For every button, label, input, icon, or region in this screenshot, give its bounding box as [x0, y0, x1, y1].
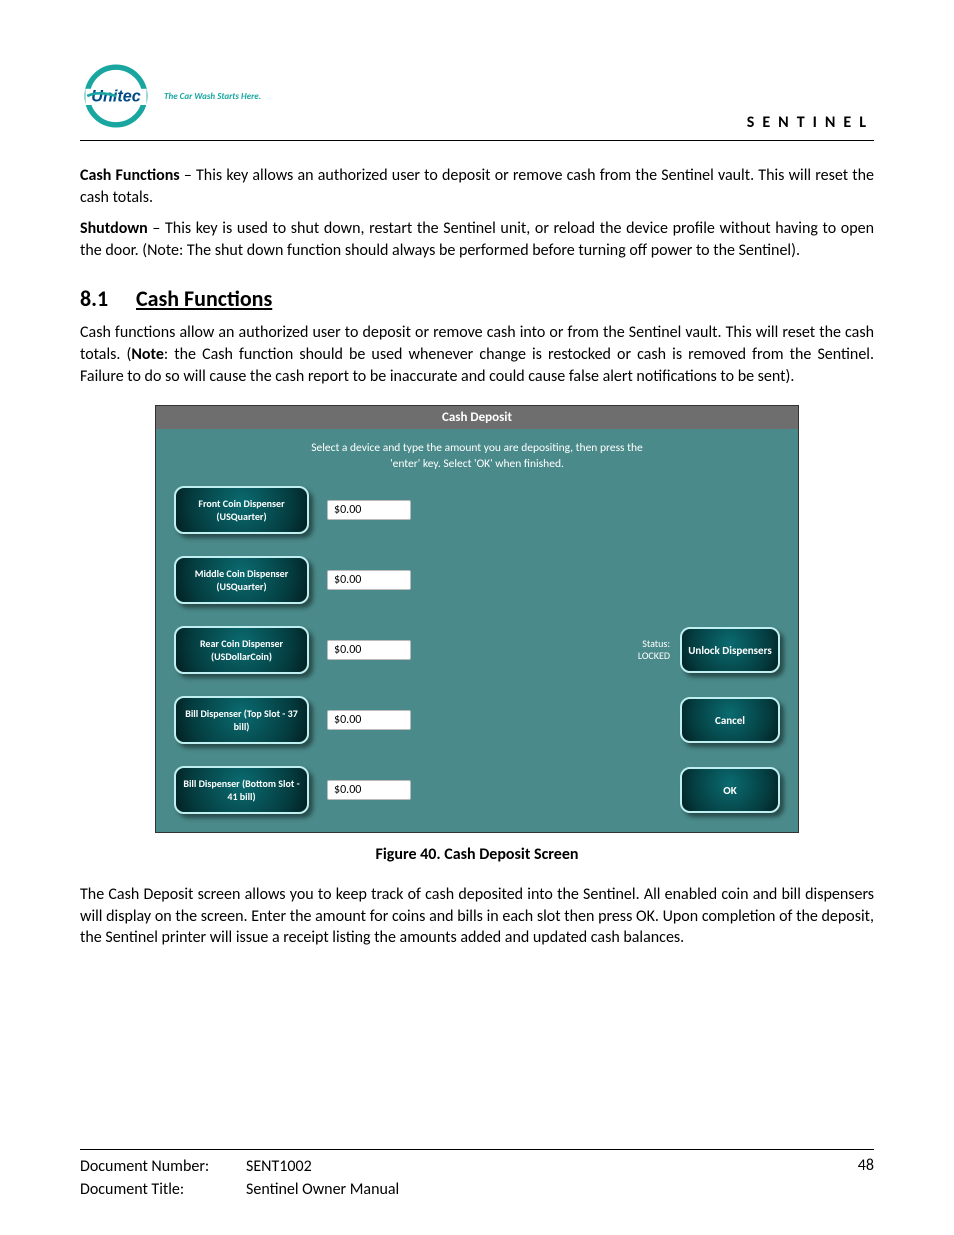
- doc-number-value: SENT1002: [246, 1156, 312, 1178]
- dispenser-row: Bill Dispenser (Bottom Slot - 41 bill) $…: [174, 766, 780, 814]
- section-heading: 8.1Cash Functions: [80, 285, 874, 312]
- front-coin-dispenser-button[interactable]: Front Coin Dispenser (USQuarter): [174, 486, 309, 534]
- brand-tagline: The Car Wash Starts Here.: [164, 91, 261, 102]
- note-bold: Note: [131, 345, 164, 364]
- paragraph-cash-deposit-explain: The Cash Deposit screen allows you to ke…: [80, 884, 874, 949]
- brand-logo: Unitec The Car Wash Starts Here.: [80, 60, 261, 132]
- doc-number-label: Document Number:: [80, 1156, 240, 1178]
- cancel-button[interactable]: Cancel: [680, 697, 780, 743]
- bill-dispenser-bottom-button[interactable]: Bill Dispenser (Bottom Slot - 41 bill): [174, 766, 309, 814]
- paragraph-cash-functions-detail: Cash functions allow an authorized user …: [80, 322, 874, 387]
- page-number: 48: [858, 1156, 874, 1201]
- dispenser-row: Bill Dispenser (Top Slot - 37 bill) $0.0…: [174, 696, 780, 744]
- term-cash-functions: Cash Functions: [80, 166, 180, 185]
- middle-coin-amount-input[interactable]: $0.00: [327, 570, 411, 590]
- product-name: SENTINEL: [747, 113, 874, 132]
- doc-title-label: Document Title:: [80, 1179, 240, 1201]
- paragraph-shutdown: Shutdown – This key is used to shut down…: [80, 218, 874, 261]
- bill-dispenser-top-amount-input[interactable]: $0.00: [327, 710, 411, 730]
- bill-dispenser-bottom-amount-input[interactable]: $0.00: [327, 780, 411, 800]
- svg-text:Unitec: Unitec: [91, 87, 140, 105]
- term-shutdown: Shutdown: [80, 219, 148, 238]
- dispenser-status: Status: LOCKED: [638, 638, 670, 662]
- dispenser-row: Middle Coin Dispenser (USQuarter) $0.00: [174, 556, 780, 604]
- front-coin-amount-input[interactable]: $0.00: [327, 500, 411, 520]
- page-header: Unitec The Car Wash Starts Here. SENTINE…: [80, 60, 874, 141]
- cash-deposit-title-bar: Cash Deposit: [156, 406, 798, 429]
- unlock-dispensers-button[interactable]: Unlock Dispensers: [680, 627, 780, 673]
- dispenser-row: Rear Coin Dispenser (USDollarCoin) $0.00…: [174, 626, 780, 674]
- unitec-logo-icon: Unitec: [80, 60, 152, 132]
- section-title: Cash Functions: [136, 285, 272, 312]
- rear-coin-dispenser-button[interactable]: Rear Coin Dispenser (USDollarCoin): [174, 626, 309, 674]
- bill-dispenser-top-button[interactable]: Bill Dispenser (Top Slot - 37 bill): [174, 696, 309, 744]
- dispenser-row: Front Coin Dispenser (USQuarter) $0.00: [174, 486, 780, 534]
- cash-deposit-instruction: Select a device and type the amount you …: [297, 441, 657, 472]
- figure-cash-deposit: Cash Deposit Select a device and type th…: [80, 405, 874, 864]
- cash-deposit-screen: Cash Deposit Select a device and type th…: [155, 405, 799, 833]
- ok-button[interactable]: OK: [680, 767, 780, 813]
- middle-coin-dispenser-button[interactable]: Middle Coin Dispenser (USQuarter): [174, 556, 309, 604]
- paragraph-cash-functions: Cash Functions – This key allows an auth…: [80, 165, 874, 208]
- figure-caption: Figure 40. Cash Deposit Screen: [80, 845, 874, 864]
- rear-coin-amount-input[interactable]: $0.00: [327, 640, 411, 660]
- section-number: 8.1: [80, 285, 136, 312]
- page-footer: Document Number: SENT1002 Document Title…: [80, 1149, 874, 1201]
- doc-title-value: Sentinel Owner Manual: [246, 1179, 399, 1201]
